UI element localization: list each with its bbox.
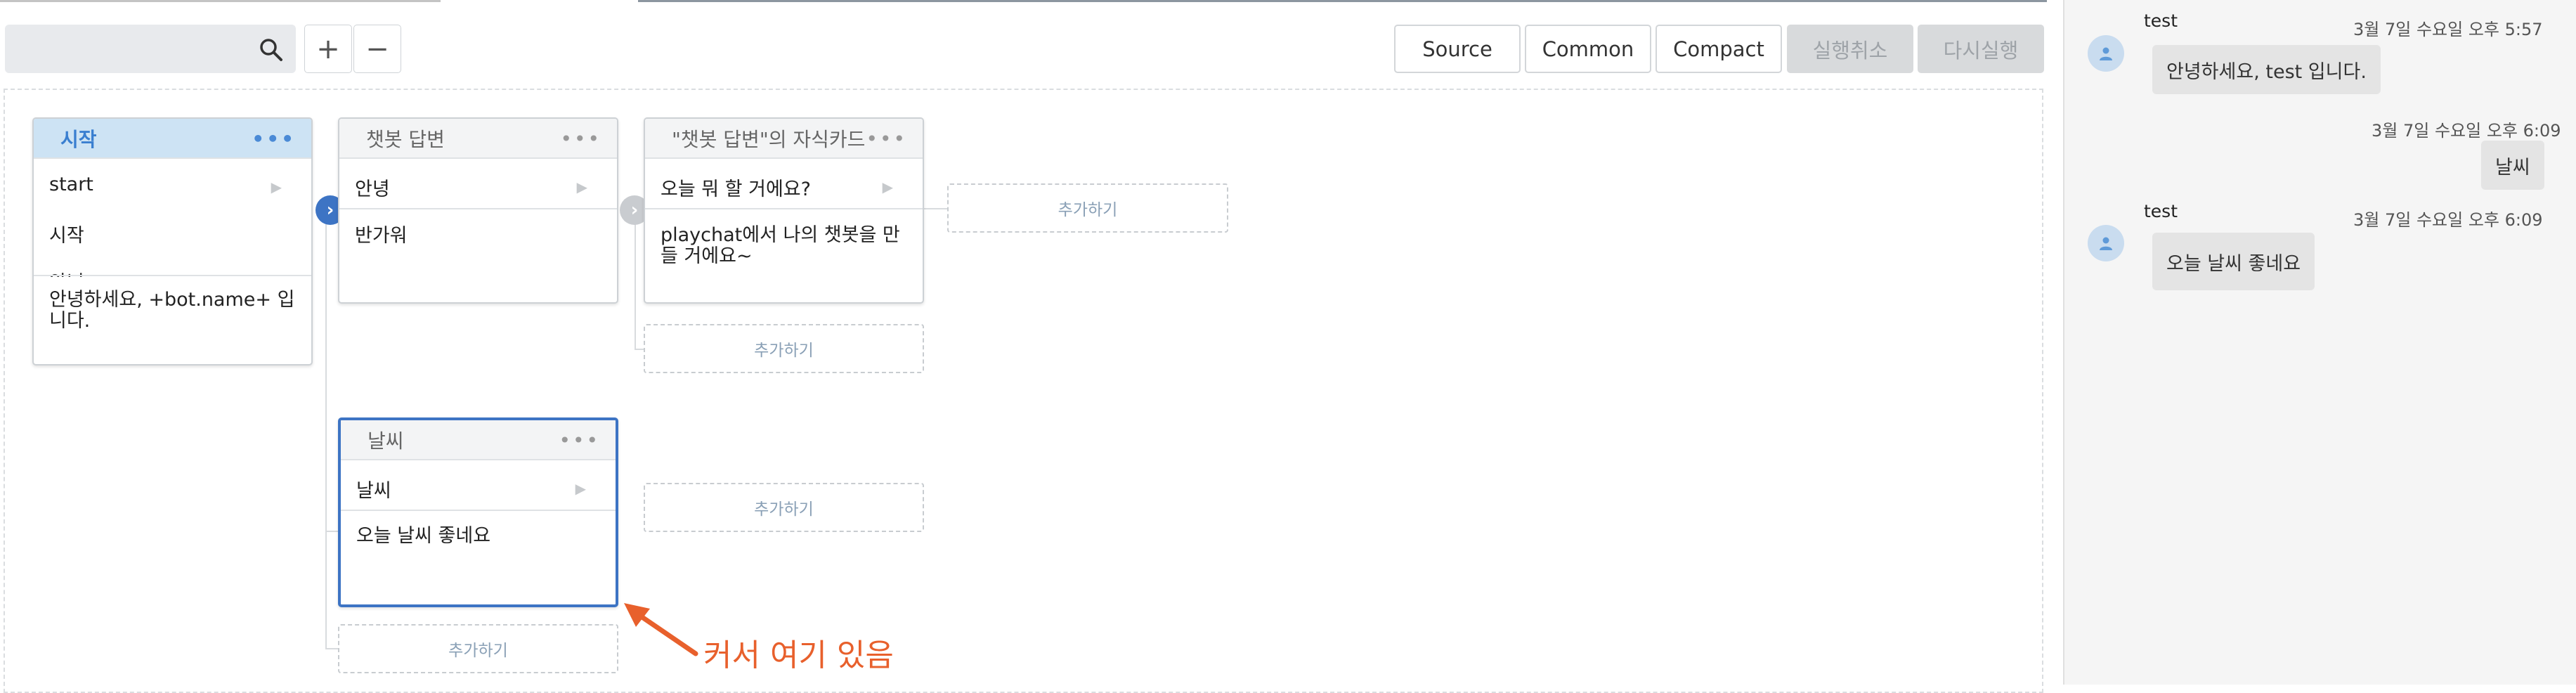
more-icon[interactable]: ••• — [560, 127, 601, 150]
card-header: "챗봇 답변"의 자식카드 ••• — [645, 119, 923, 159]
connector-line — [325, 648, 339, 649]
card-input-row[interactable]: start — [34, 174, 311, 195]
card-divider — [34, 275, 311, 276]
redo-button[interactable]: 다시실행 — [1918, 25, 2044, 73]
compact-button[interactable]: Compact — [1655, 25, 1782, 73]
caret-right-icon: ▶ — [882, 179, 893, 195]
caret-right-icon: ▶ — [575, 480, 586, 497]
more-icon[interactable]: ••• — [252, 127, 296, 150]
card-input-row[interactable]: 시작 — [34, 220, 311, 247]
card-response[interactable]: 반가워 — [355, 226, 601, 247]
caret-right-icon: ▶ — [271, 179, 282, 195]
chat-panel — [2063, 0, 2576, 685]
card-header: 날씨 ••• — [341, 420, 616, 460]
add-card-button[interactable]: 추가하기 — [338, 624, 618, 673]
dialog-card-chatbot[interactable]: 챗봇 답변 ••• 안녕 ▶ 반가워 — [338, 117, 618, 304]
search-box — [5, 25, 296, 75]
card-title: "챗봇 답변"의 자식카드 — [672, 127, 866, 151]
card-response[interactable]: 오늘 날씨 좋네요 — [356, 526, 600, 547]
message-bubble: 안녕하세요, test 입니다. — [2152, 45, 2381, 94]
zoom-out-button[interactable]: − — [353, 25, 401, 73]
add-card-button[interactable]: 추가하기 — [644, 324, 924, 373]
message-bubble: 날씨 — [2481, 141, 2544, 190]
avatar — [2088, 35, 2124, 72]
add-card-button[interactable]: 추가하기 — [644, 483, 924, 532]
more-icon[interactable]: ••• — [866, 127, 907, 150]
annotation-arrow-icon — [624, 603, 698, 656]
message-sender: test — [2144, 11, 2178, 31]
dialog-card-child[interactable]: "챗봇 답변"의 자식카드 ••• 오늘 뭐 할 거에요? ▶ playchat… — [644, 117, 924, 304]
message-sender: test — [2144, 201, 2178, 221]
connector-line — [325, 209, 327, 649]
user-icon — [2100, 47, 2112, 60]
card-title: 시작 — [60, 127, 97, 151]
message-bubble: 오늘 날씨 좋네요 — [2152, 233, 2315, 290]
common-button[interactable]: Common — [1525, 25, 1651, 73]
tab-underline-active — [638, 0, 2047, 2]
card-input-row[interactable]: 안녕 — [339, 174, 617, 201]
user-icon — [2100, 237, 2112, 250]
card-divider — [645, 208, 923, 209]
card-divider — [341, 510, 616, 511]
annotation-text: 커서 여기 있음 — [703, 637, 894, 673]
message-time: 3월 7일 수요일 오후 5:57 — [2353, 20, 2543, 39]
card-header: 시작 ••• — [34, 119, 311, 159]
card-input-row[interactable]: 날씨 — [341, 475, 616, 503]
message-time: 3월 7일 수요일 오후 6:09 — [2372, 121, 2561, 141]
more-icon[interactable]: ••• — [559, 429, 600, 452]
card-response[interactable]: playchat에서 나의 챗봇을 만들 거에요~ — [661, 225, 907, 267]
dialog-card-weather[interactable]: 날씨 ••• 날씨 ▶ 오늘 날씨 좋네요 — [338, 417, 618, 607]
caret-right-icon: ▶ — [576, 179, 587, 195]
dialog-card-start[interactable]: 시작 ••• start ▶ 시작 안녕 안녕하세요, +bot.name+ 입… — [32, 117, 313, 365]
avatar — [2088, 225, 2124, 261]
connector-line — [325, 531, 339, 532]
card-title: 챗봇 답변 — [366, 127, 445, 151]
undo-button[interactable]: 실행취소 — [1787, 25, 1913, 73]
connector-line — [635, 209, 636, 350]
card-title: 날씨 — [367, 429, 404, 453]
card-divider — [339, 208, 617, 209]
zoom-in-button[interactable]: + — [304, 25, 352, 73]
card-response[interactable]: 안녕하세요, +bot.name+ 입니다. — [49, 290, 296, 332]
card-header: 챗봇 답변 ••• — [339, 119, 617, 159]
message-time: 3월 7일 수요일 오후 6:09 — [2353, 210, 2543, 230]
add-card-button[interactable]: 추가하기 — [947, 183, 1228, 233]
tab-underline-left — [0, 0, 441, 2]
search-icon[interactable] — [258, 37, 283, 62]
connector-line — [924, 208, 949, 209]
source-button[interactable]: Source — [1394, 25, 1521, 73]
card-input-row[interactable]: 오늘 뭐 할 거에요? — [645, 174, 923, 201]
search-input[interactable] — [5, 25, 259, 75]
